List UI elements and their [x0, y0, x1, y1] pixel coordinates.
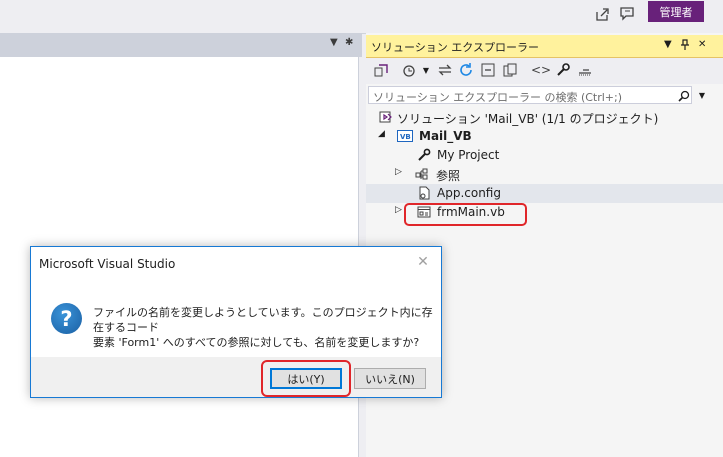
feedback-icon[interactable]	[616, 3, 638, 25]
collapsed-triangle-icon[interactable]: ▷	[395, 205, 402, 215]
properties-icon[interactable]	[554, 61, 572, 79]
sync-icon[interactable]	[436, 61, 454, 79]
dialog-message-line-2: 要素 'Form1' へのすべての参照に対しても、名前を変更しますか?	[93, 336, 420, 349]
vb-project-icon: VB	[397, 128, 413, 144]
title-bar: 管理者	[0, 0, 723, 34]
history-dropdown-icon[interactable]: ▼	[417, 61, 435, 79]
rename-confirm-dialog: Microsoft Visual Studio ✕ ? ファイルの名前を変更しよ…	[30, 246, 442, 398]
dropdown-icon[interactable]: ▼	[664, 39, 672, 50]
solution-explorer-header: ソリューション エクスプローラー ▼ ✕	[366, 35, 723, 58]
dialog-body: ? ファイルの名前を変更しようとしています。このプロジェクト内に存在するコード …	[31, 279, 441, 357]
collapse-all-icon[interactable]	[479, 61, 497, 79]
dropdown-icon[interactable]: ▼	[330, 37, 338, 48]
solution-explorer-search-input[interactable]: ソリューション エクスプローラー の検索 (Ctrl+;)	[368, 86, 692, 104]
no-button[interactable]: いいえ(N)	[354, 368, 426, 389]
solution-explorer-toolbar: ▼ <>	[366, 58, 723, 84]
preview-icon[interactable]	[576, 61, 594, 79]
tree-item-app-config[interactable]: App.config	[366, 184, 723, 203]
solution-icon	[378, 109, 394, 125]
tree-item-project[interactable]: ◢ VB Mail_VB	[366, 127, 723, 146]
refresh-icon[interactable]	[457, 61, 475, 79]
tree-item-my-project[interactable]: My Project	[366, 146, 723, 165]
question-icon: ?	[51, 303, 82, 334]
live-share-icon[interactable]	[591, 3, 613, 25]
highlight-frmmain	[404, 203, 527, 226]
close-icon[interactable]: ✕	[698, 39, 706, 50]
close-icon[interactable]: ✕	[411, 251, 435, 273]
expanded-triangle-icon[interactable]: ◢	[378, 129, 385, 139]
dialog-message: ファイルの名前を変更しようとしています。このプロジェクト内に存在するコード 要素…	[93, 305, 433, 350]
highlight-yes-button	[261, 360, 351, 397]
references-icon	[414, 166, 430, 182]
search-options-dropdown[interactable]: ▼	[694, 86, 710, 104]
svg-text:VB: VB	[400, 133, 411, 141]
switch-views-icon[interactable]	[372, 61, 390, 79]
gear-icon[interactable]: ✱	[345, 37, 353, 48]
pin-icon[interactable]	[680, 39, 690, 53]
collapsed-triangle-icon[interactable]: ▷	[395, 167, 402, 177]
wrench-icon	[416, 147, 432, 163]
solution-explorer-title: ソリューション エクスプローラー	[371, 41, 539, 54]
tree-item-references[interactable]: ▷ 参照	[366, 165, 723, 184]
tree-item-solution[interactable]: ソリューション 'Mail_VB' (1/1 のプロジェクト)	[366, 108, 723, 127]
dialog-title: Microsoft Visual Studio	[39, 257, 176, 271]
dialog-message-line-1: ファイルの名前を変更しようとしています。このプロジェクト内に存在するコード	[93, 306, 433, 334]
admin-badge: 管理者	[648, 1, 704, 22]
config-file-icon	[416, 185, 432, 201]
search-icon[interactable]	[676, 88, 691, 103]
dialog-title-bar: Microsoft Visual Studio ✕	[31, 247, 441, 279]
document-tab-well: ▼ ✱	[0, 33, 362, 57]
history-icon[interactable]	[400, 61, 418, 79]
view-code-icon[interactable]: <>	[531, 61, 551, 79]
show-all-files-icon[interactable]	[501, 61, 519, 79]
